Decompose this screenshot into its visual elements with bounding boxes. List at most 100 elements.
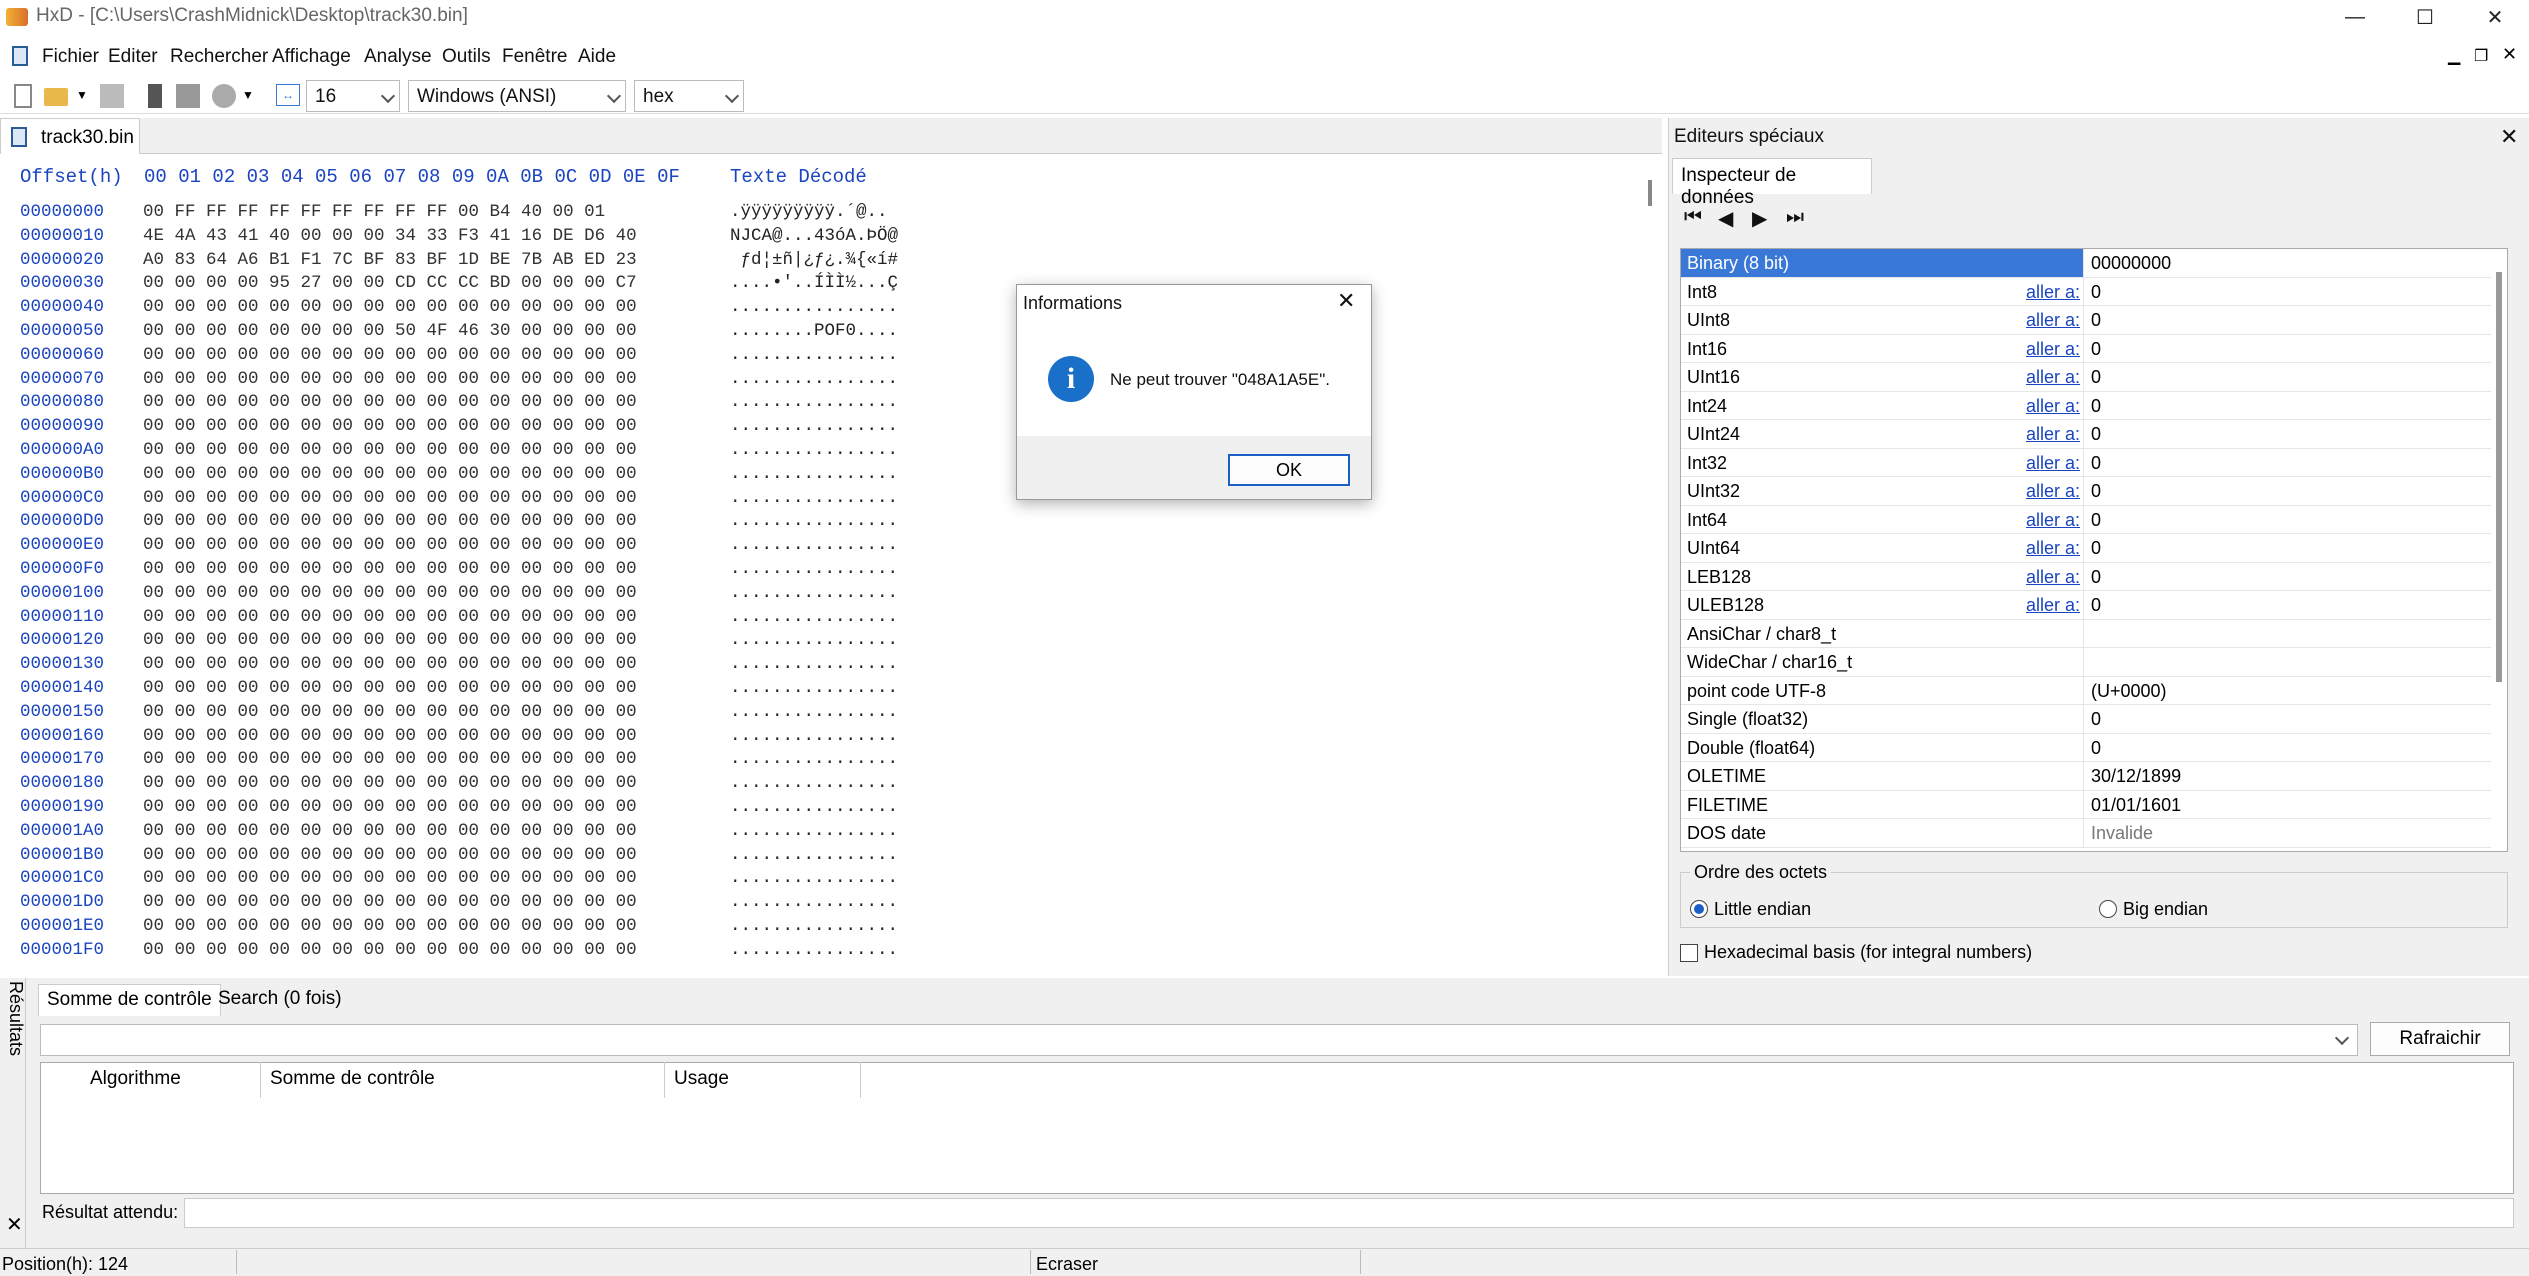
hex-row-offset[interactable]: 000001D0	[20, 890, 104, 914]
hex-row-offset[interactable]: 00000120	[20, 628, 104, 652]
menu-fenetre[interactable]: Fenêtre	[502, 46, 567, 68]
goto-link[interactable]: aller a:	[2026, 367, 2080, 388]
mdi-restore-icon[interactable]: ❐	[2474, 46, 2488, 66]
inspector-value[interactable]: 0	[2091, 339, 2101, 360]
hex-row-text[interactable]: ................	[730, 628, 898, 652]
menu-rechercher[interactable]: Rechercher	[170, 46, 268, 68]
hex-row-offset[interactable]: 00000150	[20, 700, 104, 724]
hex-row-text[interactable]: ................	[730, 938, 898, 962]
next-icon[interactable]: ▶	[1752, 206, 1767, 231]
hex-scrollbar[interactable]	[1648, 180, 1652, 206]
goto-link[interactable]: aller a:	[2026, 567, 2080, 588]
hex-row-text[interactable]: ................	[730, 747, 898, 771]
hex-row-offset[interactable]: 000001B0	[20, 843, 104, 867]
hex-row-text[interactable]: ........POF0....	[730, 319, 898, 343]
tools-dropdown-icon[interactable]: ▼	[242, 88, 254, 102]
hex-row-text[interactable]: ................	[730, 462, 898, 486]
charset-select[interactable]: Windows (ANSI)	[408, 80, 626, 112]
inspector-row[interactable]: UInt16 aller a: 0	[1681, 363, 2491, 392]
hex-row-offset[interactable]: 00000010	[20, 224, 104, 248]
hex-row-bytes[interactable]: 00 00 00 00 00 00 00 00 00 00 00 00 00 0…	[143, 914, 637, 938]
big-endian-radio[interactable]	[2099, 900, 2117, 918]
hex-row-text[interactable]: .ÿÿÿÿÿÿÿÿÿ.´@..	[730, 200, 888, 224]
menu-analyse[interactable]: Analyse	[364, 46, 432, 68]
hex-row-bytes[interactable]: 00 00 00 00 00 00 00 00 00 00 00 00 00 0…	[143, 462, 637, 486]
inspector-row[interactable]: Double (float64) 0	[1681, 733, 2491, 762]
hex-row-offset[interactable]: 00000070	[20, 367, 104, 391]
hex-row-bytes[interactable]: 00 00 00 00 00 00 00 00 00 00 00 00 00 0…	[143, 414, 637, 438]
hex-row-bytes[interactable]: 00 00 00 00 00 00 00 00 00 00 00 00 00 0…	[143, 795, 637, 819]
hex-row-offset[interactable]: 00000140	[20, 676, 104, 700]
hex-row-offset[interactable]: 00000060	[20, 343, 104, 367]
hex-row-text[interactable]: ................	[730, 843, 898, 867]
inspector-value[interactable]: 0	[2091, 595, 2101, 616]
hex-row-text[interactable]: ................	[730, 438, 898, 462]
inspector-value[interactable]: 0	[2091, 310, 2101, 331]
properties-icon[interactable]	[176, 84, 200, 108]
hex-row-offset[interactable]: 00000030	[20, 271, 104, 295]
goto-link[interactable]: aller a:	[2026, 453, 2080, 474]
hex-row-bytes[interactable]: 00 00 00 00 00 00 00 00 00 00 00 00 00 0…	[143, 747, 637, 771]
inspector-value[interactable]: 0	[2091, 424, 2101, 445]
column-checksum[interactable]: Somme de contrôle	[270, 1068, 435, 1090]
inspector-value[interactable]: 0	[2091, 538, 2101, 559]
hex-row-bytes[interactable]: 00 00 00 00 00 00 00 00 50 4F 46 30 00 0…	[143, 319, 637, 343]
hex-row-offset[interactable]: 000000E0	[20, 533, 104, 557]
hex-row-text[interactable]: ................	[730, 557, 898, 581]
goto-link[interactable]: aller a:	[2026, 510, 2080, 531]
goto-link[interactable]: aller a:	[2026, 282, 2080, 303]
hex-row-bytes[interactable]: 00 00 00 00 00 00 00 00 00 00 00 00 00 0…	[143, 652, 637, 676]
inspector-value[interactable]: 0	[2091, 567, 2101, 588]
hex-row-offset[interactable]: 000000B0	[20, 462, 104, 486]
special-editors-close-icon[interactable]: ✕	[2500, 124, 2518, 150]
display-mode-select[interactable]: hex	[634, 80, 744, 112]
inspector-row[interactable]: UInt24 aller a: 0	[1681, 420, 2491, 449]
column-divider[interactable]	[860, 1062, 861, 1098]
column-divider[interactable]	[260, 1062, 261, 1098]
hex-row-offset[interactable]: 00000000	[20, 200, 104, 224]
hex-row-text[interactable]: ................	[730, 724, 898, 748]
hex-row-offset[interactable]: 00000180	[20, 771, 104, 795]
inspector-value[interactable]: 0	[2091, 510, 2101, 531]
tab-search[interactable]: Search (0 fois)	[210, 984, 350, 1016]
hex-row-offset[interactable]: 000000D0	[20, 509, 104, 533]
hex-row-bytes[interactable]: 00 00 00 00 00 00 00 00 00 00 00 00 00 0…	[143, 843, 637, 867]
goto-link[interactable]: aller a:	[2026, 538, 2080, 559]
inspector-row[interactable]: Binary (8 bit) 00000000	[1681, 249, 2491, 278]
inspector-row[interactable]: point code UTF-8 (U+0000)	[1681, 676, 2491, 705]
hex-row-offset[interactable]: 000000F0	[20, 557, 104, 581]
open-dropdown-icon[interactable]: ▼	[76, 88, 88, 102]
hex-row-text[interactable]: ................	[730, 676, 898, 700]
inspector-row[interactable]: LEB128 aller a: 0	[1681, 562, 2491, 591]
hex-row-bytes[interactable]: 00 00 00 00 00 00 00 00 00 00 00 00 00 0…	[143, 367, 637, 391]
inspector-value[interactable]: 00000000	[2091, 253, 2171, 274]
inspector-value[interactable]: 0	[2091, 481, 2101, 502]
inspector-row[interactable]: Int32 aller a: 0	[1681, 448, 2491, 477]
hex-row-offset[interactable]: 00000190	[20, 795, 104, 819]
hex-row-bytes[interactable]: 00 00 00 00 95 27 00 00 CD CC CC BD 00 0…	[143, 271, 637, 295]
hex-row-bytes[interactable]: 00 00 00 00 00 00 00 00 00 00 00 00 00 0…	[143, 343, 637, 367]
goto-link[interactable]: aller a:	[2026, 396, 2080, 417]
menu-aide[interactable]: Aide	[578, 46, 616, 68]
hex-row-offset[interactable]: 00000130	[20, 652, 104, 676]
hex-row-text[interactable]: NJCA@...43óA.ÞÖ@	[730, 224, 898, 248]
hex-row-offset[interactable]: 00000160	[20, 724, 104, 748]
hex-row-offset[interactable]: 00000110	[20, 605, 104, 629]
close-file-icon[interactable]	[148, 84, 162, 108]
hex-row-text[interactable]: ................	[730, 414, 898, 438]
inspector-row[interactable]: WideChar / char16_t	[1681, 648, 2491, 677]
hex-row-text[interactable]: ................	[730, 914, 898, 938]
hex-row-bytes[interactable]: 00 00 00 00 00 00 00 00 00 00 00 00 00 0…	[143, 771, 637, 795]
hex-row-offset[interactable]: 000001A0	[20, 819, 104, 843]
hex-row-text[interactable]: ................	[730, 652, 898, 676]
inspector-row[interactable]: Single (float32) 0	[1681, 705, 2491, 734]
hex-row-text[interactable]: ................	[730, 605, 898, 629]
hex-row-bytes[interactable]: 00 00 00 00 00 00 00 00 00 00 00 00 00 0…	[143, 581, 637, 605]
hex-row-bytes[interactable]: 00 00 00 00 00 00 00 00 00 00 00 00 00 0…	[143, 557, 637, 581]
hex-row-offset[interactable]: 00000080	[20, 390, 104, 414]
open-folder-icon[interactable]	[44, 88, 68, 106]
hex-row-offset[interactable]: 000000A0	[20, 438, 104, 462]
column-usage[interactable]: Usage	[674, 1068, 729, 1090]
last-icon[interactable]: ⏭	[1786, 206, 1804, 229]
mdi-minimize-icon[interactable]: ▁	[2448, 46, 2460, 66]
